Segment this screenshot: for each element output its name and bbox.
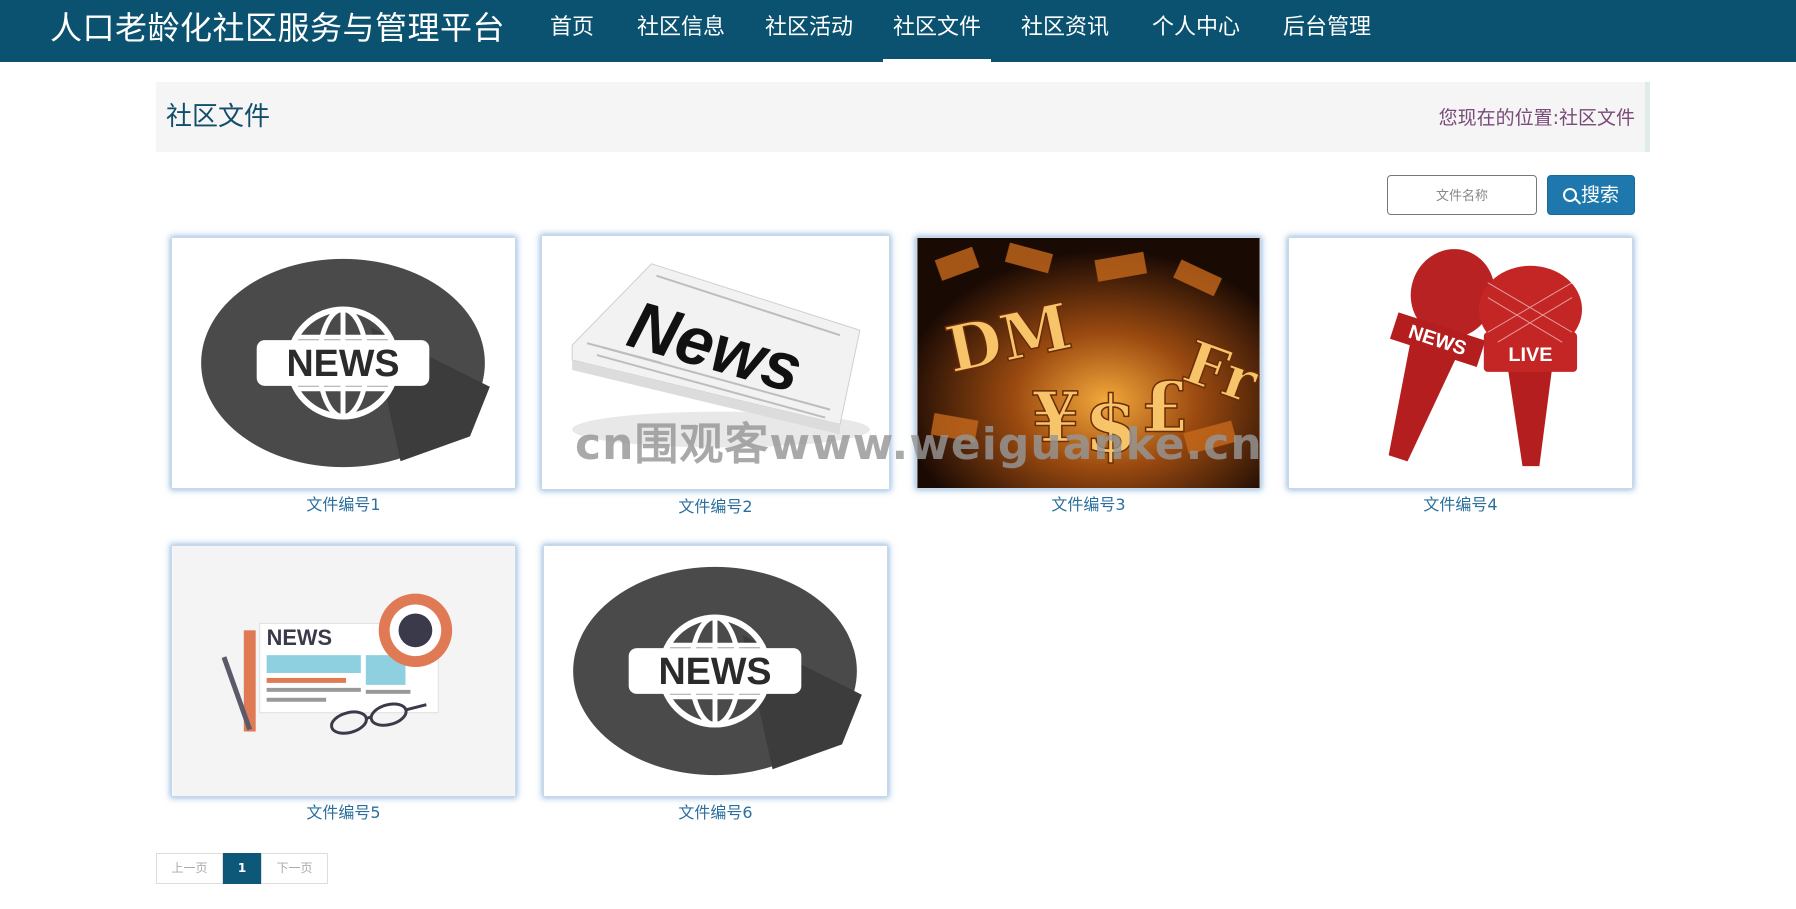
svg-text:¥: ¥ [1031, 377, 1079, 458]
nav-community-files[interactable]: 社区文件 [882, 0, 992, 62]
nav-admin[interactable]: 后台管理 [1283, 0, 1371, 62]
breadcrumb-label: 您现在的位置: [1438, 107, 1559, 129]
prev-page-button[interactable]: 上一页 [156, 853, 223, 884]
nav-personal-center[interactable]: 个人中心 [1152, 0, 1240, 62]
file-card[interactable]: NEWS 文件编号1 [171, 237, 516, 517]
svg-text:LIVE: LIVE [1508, 344, 1552, 366]
search-icon [1562, 188, 1577, 202]
top-nav-bar: 人口老龄化社区服务与管理平台 首页 社区信息 社区活动 社区文件 社区资讯 个人… [0, 0, 1796, 62]
svg-text:NEWS: NEWS [267, 625, 332, 650]
file-name-search-input[interactable] [1387, 175, 1537, 215]
pagination: 上一页 1 下一页 [156, 853, 328, 884]
file-card[interactable]: DM ¥ $ £ Fr 文件编号3 [916, 237, 1261, 517]
nav-home[interactable]: 首页 [550, 0, 594, 62]
news-desk-illustration[interactable]: NEWS [171, 545, 516, 797]
search-button[interactable]: 搜索 [1547, 175, 1635, 215]
nav-community-info[interactable]: 社区信息 [637, 0, 725, 62]
section-title-bar: 社区文件 您现在的位置:社区文件 [156, 82, 1650, 152]
file-card[interactable]: NEWS LIVE 文件编号4 [1288, 237, 1633, 517]
breadcrumb: 您现在的位置:社区文件 [1439, 105, 1635, 131]
news-globe-icon[interactable]: NEWS [543, 545, 888, 797]
svg-text:NEWS: NEWS [286, 342, 399, 384]
file-card-title[interactable]: 文件编号6 [543, 803, 888, 823]
svg-text:NEWS: NEWS [658, 650, 771, 692]
file-card[interactable]: News 文件编号2 [541, 235, 890, 517]
file-card-title[interactable]: 文件编号3 [916, 495, 1261, 515]
nav-community-news[interactable]: 社区资讯 [1021, 0, 1109, 62]
news-live-microphones-image[interactable]: NEWS LIVE [1288, 237, 1633, 489]
nav-community-activities[interactable]: 社区活动 [765, 0, 853, 62]
file-card-title[interactable]: 文件编号4 [1288, 495, 1633, 515]
file-card[interactable]: NEWS 文件编号6 [543, 545, 888, 825]
breadcrumb-current[interactable]: 社区文件 [1559, 107, 1635, 129]
file-card[interactable]: NEWS 文件编号5 [171, 545, 516, 825]
file-card-title[interactable]: 文件编号2 [541, 497, 890, 517]
file-card-title[interactable]: 文件编号1 [171, 495, 516, 515]
newspaper-news-image[interactable]: News [541, 235, 890, 490]
file-card-title[interactable]: 文件编号5 [171, 803, 516, 823]
news-globe-icon[interactable]: NEWS [171, 237, 516, 489]
next-page-button[interactable]: 下一页 [261, 853, 328, 884]
search-button-label: 搜索 [1580, 184, 1619, 206]
currency-symbols-image[interactable]: DM ¥ $ £ Fr [916, 237, 1261, 489]
page-number-current[interactable]: 1 [223, 853, 261, 884]
page-title: 社区文件 [166, 102, 271, 132]
site-title[interactable]: 人口老龄化社区服务与管理平台 [50, 8, 505, 48]
svg-text:$: $ [1084, 379, 1138, 470]
